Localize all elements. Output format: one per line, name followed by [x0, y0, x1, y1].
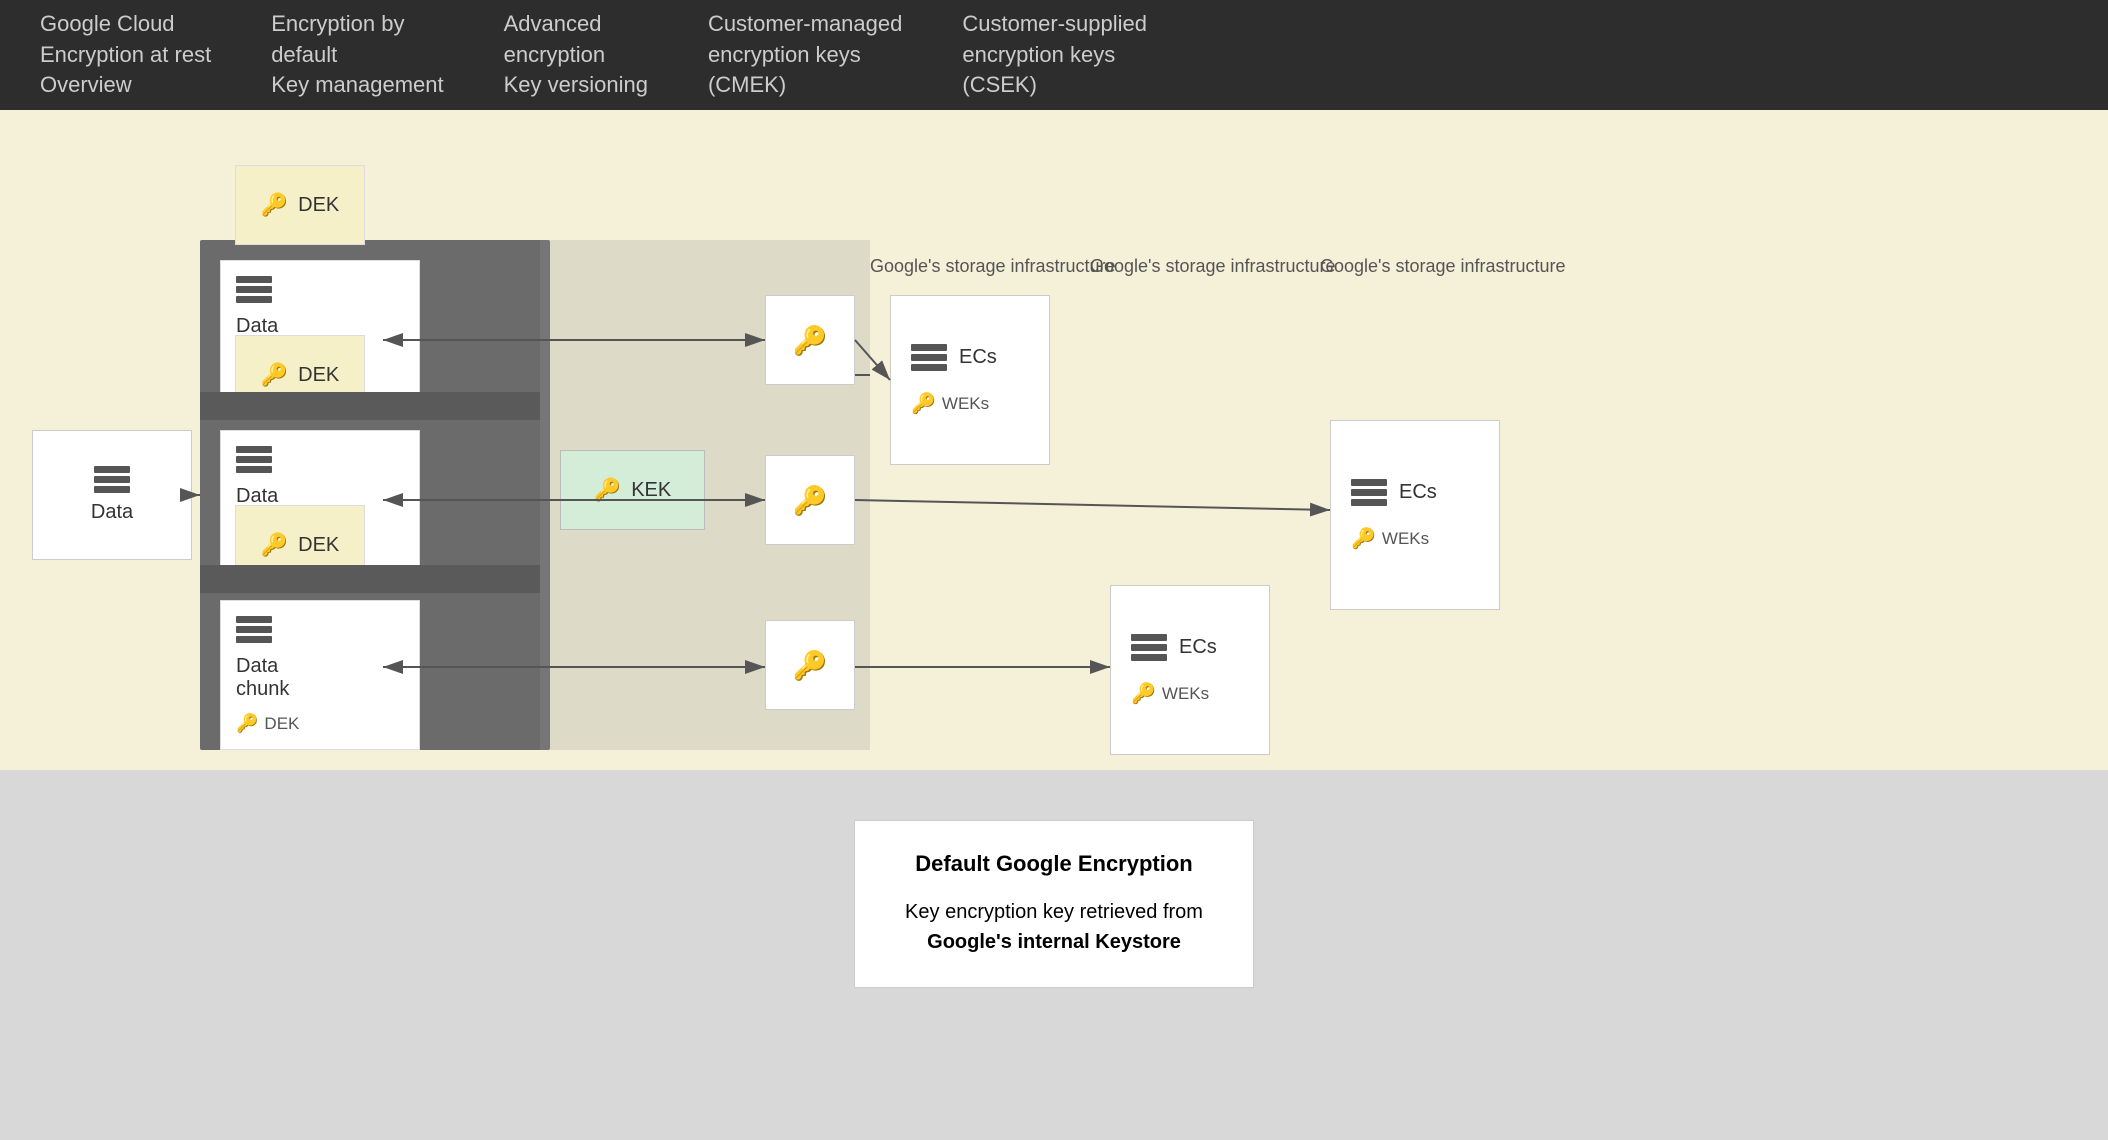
top-bar-text-3: AdvancedencryptionKey versioning — [504, 9, 648, 101]
storage-bot-weks-label: 🔑 WEKs — [1131, 681, 1209, 706]
chunks-container: Datachunk 🔑 DEK Datachunk 🔑 DEK — [200, 240, 550, 750]
dek1-label: DEK — [298, 194, 339, 217]
storage-mid-ecs-label: ECs — [1399, 481, 1437, 504]
legend-bold-text: Google's internal Keystore — [927, 931, 1181, 953]
kek-label: KEK — [631, 479, 671, 502]
infra-label-1: Google's storage infrastructure — [870, 255, 1116, 278]
bottom-area: Default Google Encryption Key encryption… — [0, 770, 2108, 1140]
chunk3-dek-sublabel: 🔑 DEK — [236, 713, 299, 734]
storage-top-server-icon — [911, 344, 947, 371]
legend-desc: Key encryption key retrieved from Google… — [905, 897, 1203, 957]
top-bar-item-3[interactable]: AdvancedencryptionKey versioning — [504, 9, 648, 101]
key-box-bot: 🔑 — [765, 620, 855, 710]
infra-label-2: Google's storage infrastructure — [1090, 255, 1336, 278]
top-bar-text-5: Customer-suppliedencryption keys(CSEK) — [962, 9, 1147, 101]
data-server-icon — [94, 466, 130, 493]
top-bar-item-2[interactable]: Encryption bydefaultKey management — [271, 9, 443, 101]
chunk3-server-icon — [236, 616, 272, 643]
storage-bot-ecs-label: ECs — [1179, 636, 1217, 659]
storage-bot-server-icon — [1131, 634, 1167, 661]
top-bar-item-4[interactable]: Customer-managedencryption keys(CMEK) — [708, 9, 902, 101]
legend-box: Default Google Encryption Key encryption… — [854, 820, 1254, 988]
storage-box-mid: ECs 🔑 WEKs — [1330, 420, 1500, 610]
storage-mid-server-icon — [1351, 479, 1387, 506]
dek2-label: DEK — [298, 364, 339, 387]
chunk2-server-icon — [236, 446, 272, 473]
dek-box-2: 🔑 DEK — [235, 335, 365, 415]
storage-top-weks-label: 🔑 WEKs — [911, 391, 989, 416]
legend-title: Default Google Encryption — [905, 851, 1203, 877]
dek-box-3: 🔑 DEK — [235, 505, 365, 585]
data-box: Data — [32, 430, 192, 560]
main-diagram-area: Google's storage infrastructure Google's… — [0, 110, 2108, 770]
top-bar-item-1[interactable]: Google CloudEncryption at restOverview — [40, 9, 211, 101]
top-bar-text-2: Encryption bydefaultKey management — [271, 9, 443, 101]
storage-mid-weks-label: 🔑 WEKs — [1351, 526, 1429, 551]
storage-box-bot: ECs 🔑 WEKs — [1110, 585, 1270, 755]
chunk3-label: Datachunk — [236, 655, 289, 701]
data-label: Data — [91, 501, 133, 524]
key-box-mid: 🔑 — [765, 455, 855, 545]
storage-box-top: ECs 🔑 WEKs — [890, 295, 1050, 465]
top-bar: Google CloudEncryption at restOverview E… — [0, 0, 2108, 110]
top-bar-item-5[interactable]: Customer-suppliedencryption keys(CSEK) — [962, 9, 1147, 101]
kek-box: 🔑 KEK — [560, 450, 705, 530]
storage-top-ecs-label: ECs — [959, 346, 997, 369]
chunk-box-3: Datachunk 🔑 DEK — [220, 600, 420, 750]
infra-label-3: Google's storage infrastructure — [1320, 255, 1566, 278]
chunk1-server-icon — [236, 276, 272, 303]
key-box-top: 🔑 — [765, 295, 855, 385]
top-bar-text-4: Customer-managedencryption keys(CMEK) — [708, 9, 902, 101]
diagram-wrapper: Google's storage infrastructure Google's… — [0, 110, 2108, 770]
dek-box-1: 🔑 DEK — [235, 165, 365, 245]
top-bar-text-1: Google CloudEncryption at restOverview — [40, 9, 211, 101]
dek3-label: DEK — [298, 534, 339, 557]
